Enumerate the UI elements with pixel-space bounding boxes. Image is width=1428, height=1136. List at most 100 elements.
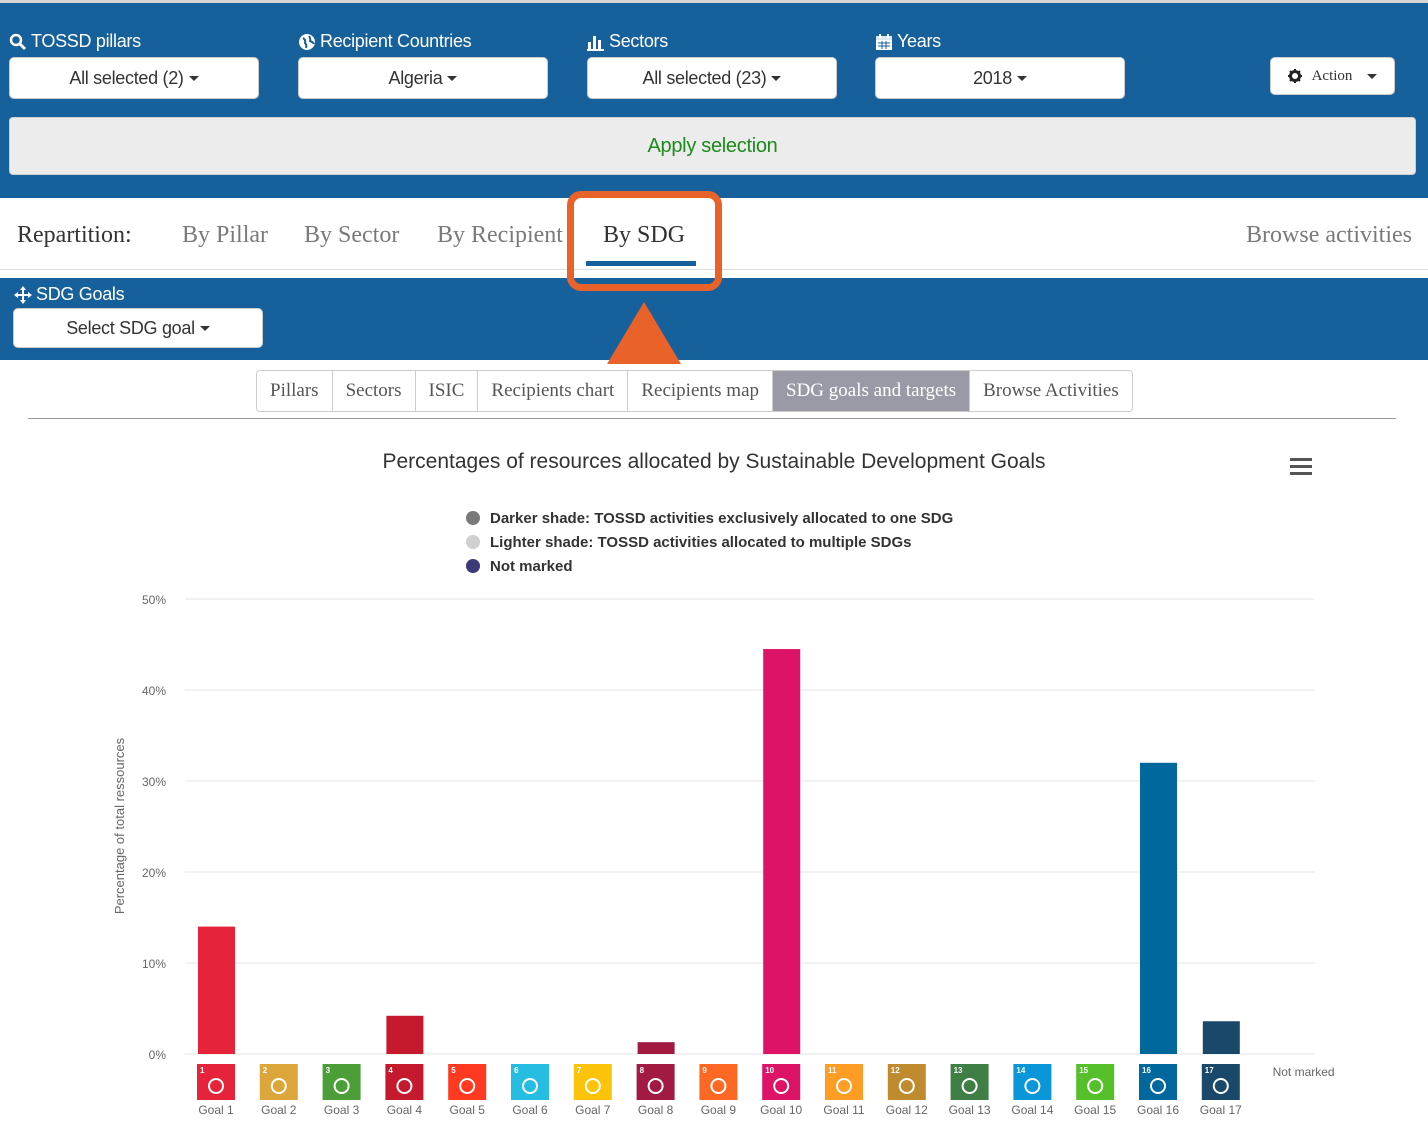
legend-item[interactable]: Not marked [466, 554, 953, 578]
legend-dot-icon [466, 559, 480, 573]
caret-down-icon [447, 75, 458, 81]
caret-down-icon [1016, 75, 1027, 81]
caret-down-icon [188, 75, 199, 81]
sdg-tile-number: 12 [891, 1066, 900, 1075]
view-tab-browse-activities[interactable]: Browse Activities [970, 371, 1132, 411]
sdg-tile-number: 10 [765, 1066, 774, 1075]
calendar-icon [876, 33, 892, 50]
tab-by-sector[interactable]: By Sector [304, 222, 399, 249]
x-tick-label: Goal 17 [1200, 1103, 1242, 1117]
view-tab-sectors[interactable]: Sectors [332, 371, 416, 411]
x-tick-label: Goal 6 [512, 1103, 548, 1117]
y-tick-label: 30% [142, 775, 166, 789]
x-tick-label: Goal 14 [1011, 1103, 1053, 1117]
x-tick-label: Goal 1 [198, 1103, 234, 1117]
sdg-tile-number: 7 [577, 1066, 582, 1075]
sdg-tile-number: 6 [514, 1066, 519, 1075]
sdg-tile-number: 8 [640, 1066, 645, 1075]
x-tick-label: Goal 10 [760, 1103, 802, 1117]
sdg-tile-number: 13 [954, 1066, 963, 1075]
highlight-arrow-icon [607, 302, 681, 364]
x-tick-label: Goal 5 [450, 1103, 486, 1117]
x-tick-label: Goal 15 [1074, 1103, 1116, 1117]
tossd-pillars-label: TOSSD pillars [9, 31, 141, 52]
years-dropdown[interactable]: 2018 [875, 57, 1125, 99]
chart-bar [386, 1015, 424, 1054]
caret-down-icon [771, 75, 782, 81]
y-tick-label: 50% [142, 593, 166, 607]
legend-item[interactable]: Darker shade: TOSSD activities exclusive… [466, 506, 953, 530]
sdg-goal-dropdown[interactable]: Select SDG goal [13, 308, 263, 348]
sectors-dropdown[interactable]: All selected (23) [587, 57, 837, 99]
highlight-box [567, 191, 722, 291]
x-tick-label: Goal 8 [638, 1103, 674, 1117]
x-tick-label: Goal 3 [324, 1103, 360, 1117]
divider [28, 418, 1396, 419]
bar-chart-icon [587, 35, 604, 51]
recipient-countries-dropdown[interactable]: Algeria [298, 57, 548, 99]
chart-bar [198, 926, 235, 1054]
sdg-tile-number: 16 [1142, 1066, 1151, 1075]
search-icon [9, 33, 27, 50]
tossd-pillars-dropdown[interactable]: All selected (2) [9, 57, 259, 99]
view-tab-recipients-chart[interactable]: Recipients chart [478, 371, 629, 411]
chart-legend: Darker shade: TOSSD activities exclusive… [466, 506, 953, 578]
recipient-countries-label: Recipient Countries [298, 31, 472, 52]
legend-dot-icon [466, 511, 480, 525]
chart-bar [763, 649, 801, 1054]
chart-bar [1202, 1021, 1240, 1054]
chart-bar [1140, 762, 1177, 1054]
x-tick-label: Goal 16 [1137, 1103, 1179, 1117]
apply-selection-button[interactable]: Apply selection [9, 117, 1416, 175]
hamburger-menu-icon[interactable] [1290, 458, 1312, 476]
x-tick-label: Not marked [1273, 1065, 1335, 1079]
y-tick-label: 40% [142, 684, 166, 698]
legend-item[interactable]: Lighter shade: TOSSD activities allocate… [466, 530, 953, 554]
sdg-goals-label: SDG Goals [14, 284, 125, 305]
x-tick-label: Goal 13 [949, 1103, 991, 1117]
filter-bar: TOSSD pillars All selected (2) Recipient… [0, 0, 1428, 198]
chart-bar [637, 1042, 675, 1054]
tab-by-recipient[interactable]: By Recipient [437, 222, 563, 249]
y-tick-label: 0% [149, 1048, 167, 1062]
years-label: Years [875, 31, 941, 52]
sdg-tile-number: 14 [1016, 1066, 1025, 1075]
x-tick-label: Goal 11 [823, 1103, 864, 1117]
sdg-tile-number: 17 [1205, 1066, 1214, 1075]
globe-icon [299, 33, 315, 50]
x-tick-label: Goal 4 [387, 1103, 423, 1117]
x-tick-label: Goal 9 [701, 1103, 737, 1117]
sdg-tile-number: 15 [1079, 1066, 1088, 1075]
sdg-tile-number: 3 [326, 1066, 331, 1075]
chart-title: Percentages of resources allocated by Su… [382, 450, 1046, 473]
sdg-tile-number: 5 [451, 1066, 456, 1075]
tab-by-pillar[interactable]: By Pillar [182, 222, 268, 249]
x-tick-label: Goal 7 [575, 1103, 611, 1117]
legend-dot-icon [466, 535, 480, 549]
sdg-tile-number: 1 [200, 1066, 205, 1075]
x-tick-label: Goal 2 [261, 1103, 297, 1117]
sdg-tile-number: 9 [702, 1066, 707, 1075]
move-icon [14, 285, 32, 304]
view-tab-sdg-goals[interactable]: SDG goals and targets [773, 371, 971, 411]
y-tick-label: 10% [142, 957, 166, 971]
sdg-bar-chart: 0% 10% 20% 30% 40% 50% Percentage of total res… [112, 593, 1335, 1117]
gear-icon [1287, 69, 1302, 83]
view-tab-isic[interactable]: ISIC [415, 371, 479, 411]
sdg-tile-number: 2 [263, 1066, 268, 1075]
action-button[interactable]: Action [1270, 57, 1395, 95]
sdg-tile-number: 11 [828, 1066, 837, 1075]
y-axis-label: Percentage of total ressources [112, 737, 127, 914]
view-tabs: Pillars Sectors ISIC Recipients chart Re… [256, 370, 1133, 412]
sdg-tile-number: 4 [388, 1066, 393, 1075]
view-tab-pillars[interactable]: Pillars [257, 371, 333, 411]
sectors-label: Sectors [587, 31, 668, 52]
caret-down-icon [199, 325, 210, 331]
view-tab-recipients-map[interactable]: Recipients map [628, 371, 774, 411]
repartition-label: Repartition: [17, 222, 132, 248]
browse-activities-link[interactable]: Browse activities [1246, 222, 1412, 249]
caret-down-icon [1367, 73, 1378, 79]
x-tick-label: Goal 12 [886, 1103, 928, 1117]
y-tick-label: 20% [142, 866, 166, 880]
sdg-filter-bar: SDG Goals Select SDG goal [0, 278, 1428, 360]
